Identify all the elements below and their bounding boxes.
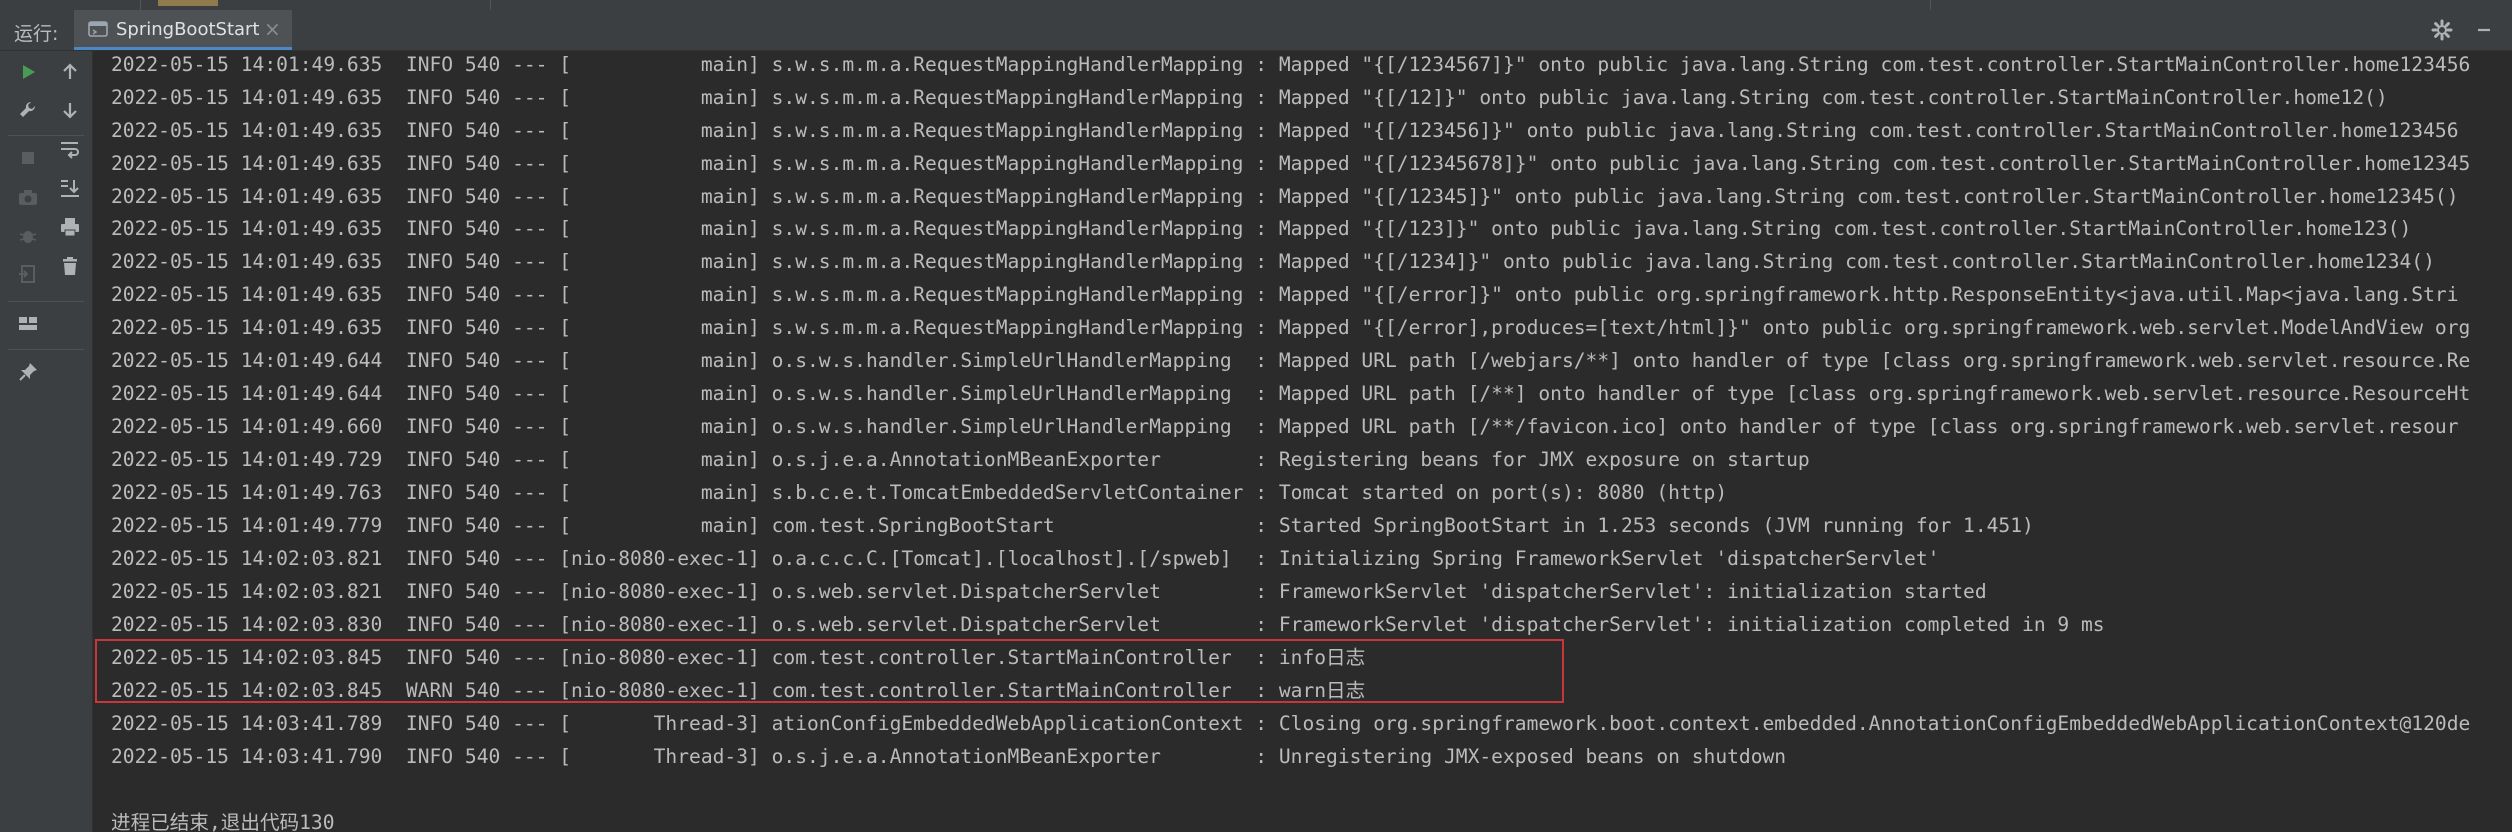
editor-tab-segment xyxy=(0,0,141,10)
log-line: 2022-05-15 14:02:03.821 INFO 540 --- [ni… xyxy=(111,580,1987,603)
log-line: 2022-05-15 14:01:49.635 INFO 540 --- [ m… xyxy=(111,119,2459,142)
next-occurrence-button[interactable] xyxy=(55,97,85,127)
rerun-button[interactable] xyxy=(13,59,43,89)
pin-tab-button[interactable] xyxy=(13,359,43,389)
print-button[interactable] xyxy=(55,214,85,244)
log-line: 2022-05-15 14:01:49.635 INFO 540 --- [ m… xyxy=(111,283,2459,306)
log-line: 2022-05-15 14:02:03.821 INFO 540 --- [ni… xyxy=(111,547,1940,570)
clear-all-button[interactable] xyxy=(55,253,85,283)
log-line: 2022-05-15 14:01:49.635 INFO 540 --- [ m… xyxy=(111,86,2388,109)
log-line: 2022-05-15 14:01:49.635 INFO 540 --- [ m… xyxy=(111,53,2471,76)
exit-icon xyxy=(17,263,39,289)
restore-layout-button[interactable] xyxy=(13,310,43,340)
console-output[interactable]: 2022-05-15 14:01:49.635 INFO 540 --- [ m… xyxy=(93,51,2512,832)
debug-button[interactable] xyxy=(13,223,43,253)
log-line: 2022-05-15 14:01:49.635 INFO 540 --- [ m… xyxy=(111,316,2471,339)
process-exit-message: 进程已结束,退出代码130 xyxy=(111,811,335,832)
dump-threads-button[interactable] xyxy=(13,185,43,215)
run-label: 运行: xyxy=(14,23,59,45)
print-icon xyxy=(59,216,81,242)
pin-icon xyxy=(17,361,39,387)
log-line: 2022-05-15 14:01:49.763 INFO 540 --- [ m… xyxy=(111,481,1728,504)
close-icon[interactable]: × xyxy=(264,17,281,41)
log-line: 2022-05-15 14:02:03.830 INFO 540 --- [ni… xyxy=(111,613,2105,636)
log-line: 2022-05-15 14:01:49.635 INFO 540 --- [ m… xyxy=(111,250,2435,273)
editor-tab-segment xyxy=(490,0,1931,10)
editor-tab-segment xyxy=(140,0,491,10)
camera-icon xyxy=(17,187,39,213)
arrow-down-icon xyxy=(60,100,80,124)
soft-wrap-icon xyxy=(59,138,81,164)
edit-configuration-button[interactable] xyxy=(13,97,43,127)
trash-icon xyxy=(59,255,81,281)
play-icon xyxy=(18,62,38,86)
log-line: 2022-05-15 14:01:49.635 INFO 540 --- [ m… xyxy=(111,152,2471,175)
highlight-box xyxy=(95,639,1564,703)
log-line: 2022-05-15 14:03:41.789 INFO 540 --- [ T… xyxy=(111,712,2471,735)
layout-icon xyxy=(17,312,39,338)
log-line: 2022-05-15 14:01:49.729 INFO 540 --- [ m… xyxy=(111,448,1810,471)
wrench-icon xyxy=(17,99,39,125)
log-line: 2022-05-15 14:01:49.644 INFO 540 --- [ m… xyxy=(111,349,2471,372)
log-line: 2022-05-15 14:03:41.790 INFO 540 --- [ T… xyxy=(111,745,1787,768)
run-tool-window: 运行: SpringBootStart × 2022-05-15 14:01:4… xyxy=(0,0,2512,832)
stop-button[interactable] xyxy=(13,145,43,175)
log-line: 2022-05-15 14:01:49.779 INFO 540 --- [ m… xyxy=(111,514,2034,537)
stop-icon xyxy=(19,149,37,171)
tab-label: SpringBootStart xyxy=(116,19,260,40)
exit-button[interactable] xyxy=(13,261,43,291)
log-line: 2022-05-15 14:01:49.660 INFO 540 --- [ m… xyxy=(111,415,2459,438)
scroll-to-end-button[interactable] xyxy=(55,175,85,205)
run-header: 运行: SpringBootStart × xyxy=(0,10,2512,51)
gear-icon[interactable] xyxy=(2428,16,2456,44)
run-config-icon xyxy=(88,19,108,39)
toolbar-separator xyxy=(8,349,84,350)
previous-occurrence-button[interactable] xyxy=(55,59,85,89)
scroll-to-end-icon xyxy=(59,177,81,203)
debug-bug-icon xyxy=(17,225,39,251)
log-line: 2022-05-15 14:01:49.635 INFO 540 --- [ m… xyxy=(111,185,2459,208)
arrow-up-icon xyxy=(60,62,80,86)
run-toolbar xyxy=(0,51,93,832)
log-line: 2022-05-15 14:01:49.644 INFO 540 --- [ m… xyxy=(111,382,2471,405)
editor-tab-fragment xyxy=(158,0,218,6)
toolbar-separator xyxy=(8,301,84,302)
minimize-icon[interactable] xyxy=(2470,16,2498,44)
log-line: 2022-05-15 14:01:49.635 INFO 540 --- [ m… xyxy=(111,217,2412,240)
soft-wrap-button[interactable] xyxy=(55,136,85,166)
tab-springbootstart[interactable]: SpringBootStart × xyxy=(74,10,292,50)
